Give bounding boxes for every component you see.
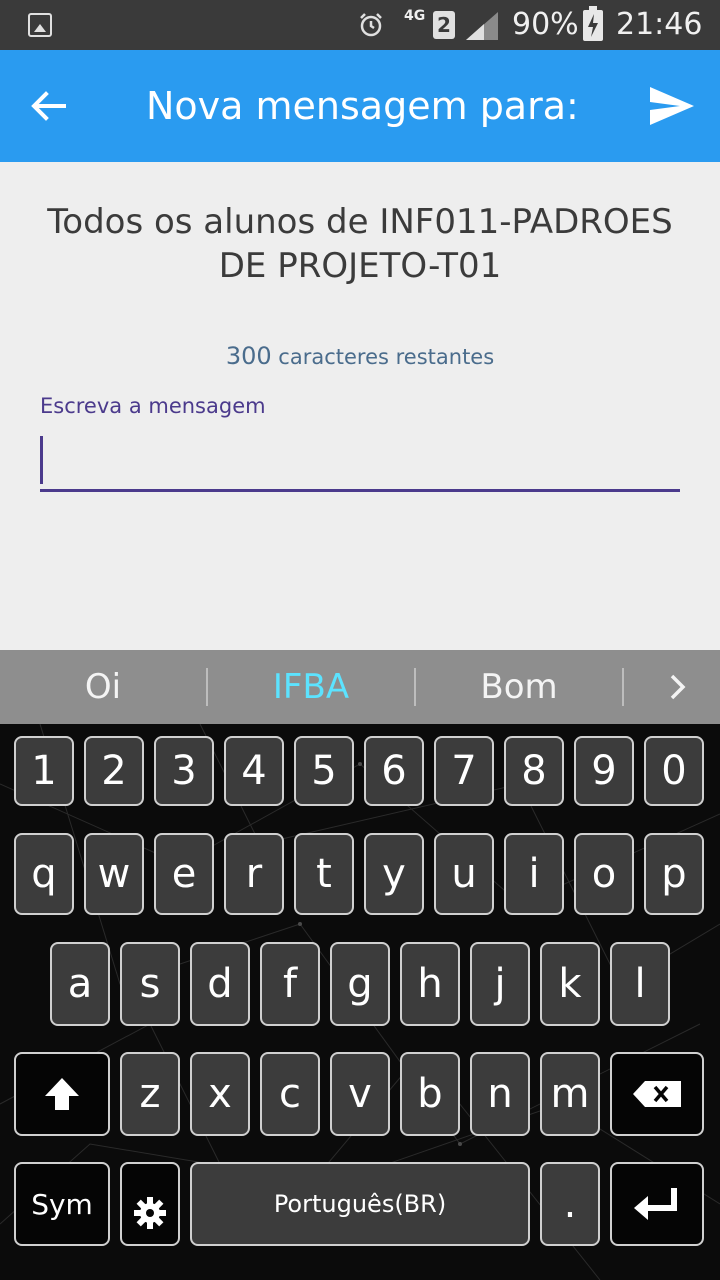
key-z[interactable]: z <box>120 1052 180 1136</box>
key-5[interactable]: 5 <box>294 736 354 806</box>
key-b[interactable]: b <box>400 1052 460 1136</box>
key-c[interactable]: c <box>260 1052 320 1136</box>
key-s[interactable]: s <box>120 942 180 1026</box>
key-9[interactable]: 9 <box>574 736 634 806</box>
key-j[interactable]: j <box>470 942 530 1026</box>
key-o[interactable]: o <box>574 833 634 915</box>
suggestion-item-highlighted[interactable]: IFBA <box>208 650 414 724</box>
key-4[interactable]: 4 <box>224 736 284 806</box>
clock: 21:46 <box>616 7 703 42</box>
key-h[interactable]: h <box>400 942 460 1026</box>
key-t[interactable]: t <box>294 833 354 915</box>
gallery-icon <box>28 13 52 37</box>
text-caret <box>40 436 43 484</box>
key-3[interactable]: 3 <box>154 736 214 806</box>
key-d[interactable]: d <box>190 942 250 1026</box>
send-icon <box>650 87 694 125</box>
key-r[interactable]: r <box>224 833 284 915</box>
gear-icon <box>134 1197 166 1229</box>
key-g[interactable]: g <box>330 942 390 1026</box>
key-6[interactable]: 6 <box>364 736 424 806</box>
period-key[interactable]: . <box>540 1162 600 1246</box>
suggestion-bar: Oi IFBA Bom <box>0 650 720 724</box>
enter-key[interactable] <box>610 1162 704 1246</box>
status-bar: 4G 2 90% 21:46 <box>0 0 720 50</box>
key-p[interactable]: p <box>644 833 704 915</box>
enter-icon <box>634 1188 677 1220</box>
key-e[interactable]: e <box>154 833 214 915</box>
key-i[interactable]: i <box>504 833 564 915</box>
alarm-icon <box>360 13 382 37</box>
space-key[interactable]: Português(BR) <box>190 1162 530 1246</box>
send-button[interactable] <box>644 78 700 134</box>
app-bar: Nova mensagem para: <box>0 50 720 162</box>
key-f[interactable]: f <box>260 942 320 1026</box>
key-2[interactable]: 2 <box>84 736 144 806</box>
chars-remaining: 300 caracteres restantes <box>0 342 720 370</box>
page-title: Nova mensagem para: <box>146 84 579 128</box>
back-button[interactable] <box>20 76 76 136</box>
key-0[interactable]: 0 <box>644 736 704 806</box>
key-k[interactable]: k <box>540 942 600 1026</box>
key-w[interactable]: w <box>84 833 144 915</box>
signal-icon <box>466 12 498 40</box>
divider <box>622 668 624 706</box>
battery-percent: 90% <box>512 7 579 42</box>
suggestion-item[interactable]: Bom <box>416 650 622 724</box>
key-v[interactable]: v <box>330 1052 390 1136</box>
suggestion-item[interactable]: Oi <box>0 650 206 724</box>
key-1[interactable]: 1 <box>14 736 74 806</box>
key-l[interactable]: l <box>610 942 670 1026</box>
settings-key[interactable] <box>120 1162 180 1246</box>
keyboard: 1 2 3 4 5 6 7 8 9 0 q w e r t y u i o p … <box>0 724 720 1280</box>
key-q[interactable]: q <box>14 833 74 915</box>
sym-key[interactable]: Sym <box>14 1162 110 1246</box>
chevron-right-icon <box>670 674 686 700</box>
chars-remaining-count: 300 <box>225 342 272 370</box>
key-m[interactable]: m <box>540 1052 600 1136</box>
backspace-icon <box>633 1081 681 1107</box>
key-y[interactable]: y <box>364 833 424 915</box>
backspace-key[interactable] <box>610 1052 704 1136</box>
shift-icon <box>45 1078 79 1110</box>
battery-charging-icon <box>583 6 603 41</box>
key-7[interactable]: 7 <box>434 736 494 806</box>
key-u[interactable]: u <box>434 833 494 915</box>
more-suggestions-button[interactable] <box>650 650 706 724</box>
key-n[interactable]: n <box>470 1052 530 1136</box>
key-a[interactable]: a <box>50 942 110 1026</box>
message-input[interactable] <box>40 434 680 492</box>
arrow-left-icon <box>31 91 66 121</box>
network-type: 4G <box>404 8 426 24</box>
key-8[interactable]: 8 <box>504 736 564 806</box>
message-field-label: Escreva a mensagem <box>40 394 266 418</box>
sim-slot-badge: 2 <box>433 11 455 39</box>
key-x[interactable]: x <box>190 1052 250 1136</box>
shift-key[interactable] <box>14 1052 110 1136</box>
chars-remaining-suffix: caracteres restantes <box>271 345 495 369</box>
recipient-text: Todos os alunos de INF011-PADROES DE PRO… <box>47 202 673 286</box>
